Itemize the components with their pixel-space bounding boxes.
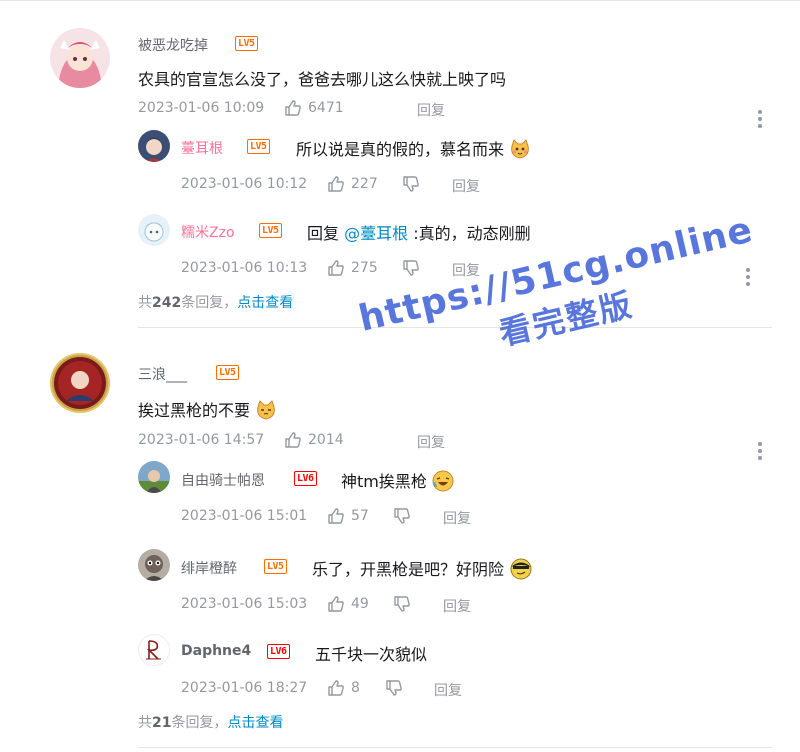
reply-time: 2023-01-06 18:27 [181, 680, 308, 696]
reply-content: 回复 @薹耳根 :真的，动态刚删 [307, 220, 531, 244]
like-count: 49 [351, 596, 369, 612]
reply-time: 2023-01-06 10:13 [181, 260, 308, 276]
view-replies: 共242条回复，点击查看 [138, 292, 293, 312]
reply-time: 2023-01-06 15:01 [181, 508, 308, 524]
avatar[interactable] [138, 634, 170, 666]
like-count: 2014 [308, 432, 344, 448]
total-prefix: 共 [138, 295, 152, 311]
like-icon[interactable] [327, 595, 345, 613]
like-icon[interactable] [284, 99, 302, 117]
like-icon[interactable] [327, 507, 345, 525]
dislike-icon[interactable] [402, 175, 420, 193]
like-icon[interactable] [284, 431, 302, 449]
like-count: 6471 [308, 100, 344, 116]
reply-text: 乐了，开黑枪是吧？好阴险 [312, 560, 505, 579]
reply-username[interactable]: 薹耳根 [181, 138, 223, 158]
level-badge: LV5 [216, 365, 239, 380]
comment-username[interactable]: 三浪___ [138, 364, 187, 384]
view-replies-link[interactable]: 点击查看 [237, 295, 293, 311]
like-count: 57 [351, 508, 369, 524]
reply-time: 2023-01-06 10:12 [181, 176, 308, 192]
level-badge: LV5 [247, 139, 270, 154]
like-icon[interactable] [327, 679, 345, 697]
reply-text: :真的，动态刚删 [408, 224, 531, 243]
level-badge: LV5 [259, 223, 282, 238]
dislike-icon[interactable] [385, 679, 403, 697]
total-suffix: 条回复， [181, 295, 238, 311]
reply-text: 所以说是真的假的，慕名而来 [296, 140, 505, 159]
reply-button[interactable]: 回复 [434, 680, 462, 700]
like-icon[interactable] [327, 259, 345, 277]
like-count: 8 [351, 680, 360, 696]
reply-time: 2023-01-06 15:03 [181, 596, 308, 612]
comment-text: 挨过黑枪的不要 [138, 401, 251, 420]
dislike-icon[interactable] [402, 259, 420, 277]
mention-link[interactable]: @薹耳根 [344, 224, 408, 243]
reply-button[interactable]: 回复 [417, 432, 445, 452]
top-divider [0, 0, 800, 1]
dislike-icon[interactable] [393, 507, 411, 525]
like-icon[interactable] [327, 175, 345, 193]
cat-emoji-icon [257, 400, 275, 420]
dislike-icon[interactable] [393, 595, 411, 613]
reply-username[interactable]: 绯岸橙醉 [181, 558, 237, 578]
comment-time: 2023-01-06 10:09 [138, 100, 265, 116]
avatar[interactable] [50, 28, 110, 88]
reply-username[interactable]: 自由骑士帕恩 [181, 470, 265, 490]
reply-content: 乐了，开黑枪是吧？好阴险 [312, 556, 533, 580]
total-suffix: 条回复， [171, 715, 228, 731]
avatar[interactable] [138, 549, 170, 581]
avatar[interactable] [50, 353, 110, 413]
reply-button[interactable]: 回复 [417, 100, 445, 120]
view-replies: 共21条回复，点击查看 [138, 712, 283, 732]
laughing-emoji-icon [432, 470, 454, 492]
avatar[interactable] [138, 130, 170, 162]
reply-count: 21 [152, 715, 172, 731]
like-count: 275 [351, 260, 378, 276]
more-options-icon[interactable] [758, 442, 762, 463]
level-badge: LV5 [264, 559, 287, 574]
comment-content: 挨过黑枪的不要 [138, 397, 277, 421]
avatar[interactable] [138, 214, 170, 246]
level-badge: LV5 [235, 36, 258, 51]
sly-emoji-icon [510, 558, 532, 580]
reply-button[interactable]: 回复 [443, 508, 471, 528]
reply-content: 五千块一次貌似 [315, 645, 428, 664]
reply-button[interactable]: 回复 [443, 596, 471, 616]
comment-content: 农具的官宣怎么没了，爸爸去哪儿这么快就上映了吗 [138, 70, 507, 89]
reply-username[interactable]: 糯米Zzo [181, 222, 235, 242]
reply-button[interactable]: 回复 [452, 176, 480, 196]
reply-text: 神tm挨黑枪 [341, 472, 427, 491]
comment-time: 2023-01-06 14:57 [138, 432, 265, 448]
reply-username[interactable]: Daphne4 [181, 643, 251, 659]
reply-content: 所以说是真的假的，慕名而来 [296, 136, 531, 160]
view-replies-link[interactable]: 点击查看 [227, 715, 283, 731]
reply-content: 神tm挨黑枪 [341, 468, 454, 492]
comment-username[interactable]: 被恶龙吃掉 [138, 35, 208, 55]
avatar[interactable] [138, 461, 170, 493]
reply-prefix: 回复 [307, 224, 345, 243]
like-count: 227 [351, 176, 378, 192]
level-badge: LV6 [294, 471, 317, 486]
comment-divider [138, 747, 772, 748]
cat-emoji-icon [511, 139, 529, 159]
total-prefix: 共 [138, 715, 152, 731]
reply-count: 242 [152, 295, 182, 311]
level-badge: LV6 [267, 644, 290, 659]
more-options-icon[interactable] [758, 110, 762, 131]
